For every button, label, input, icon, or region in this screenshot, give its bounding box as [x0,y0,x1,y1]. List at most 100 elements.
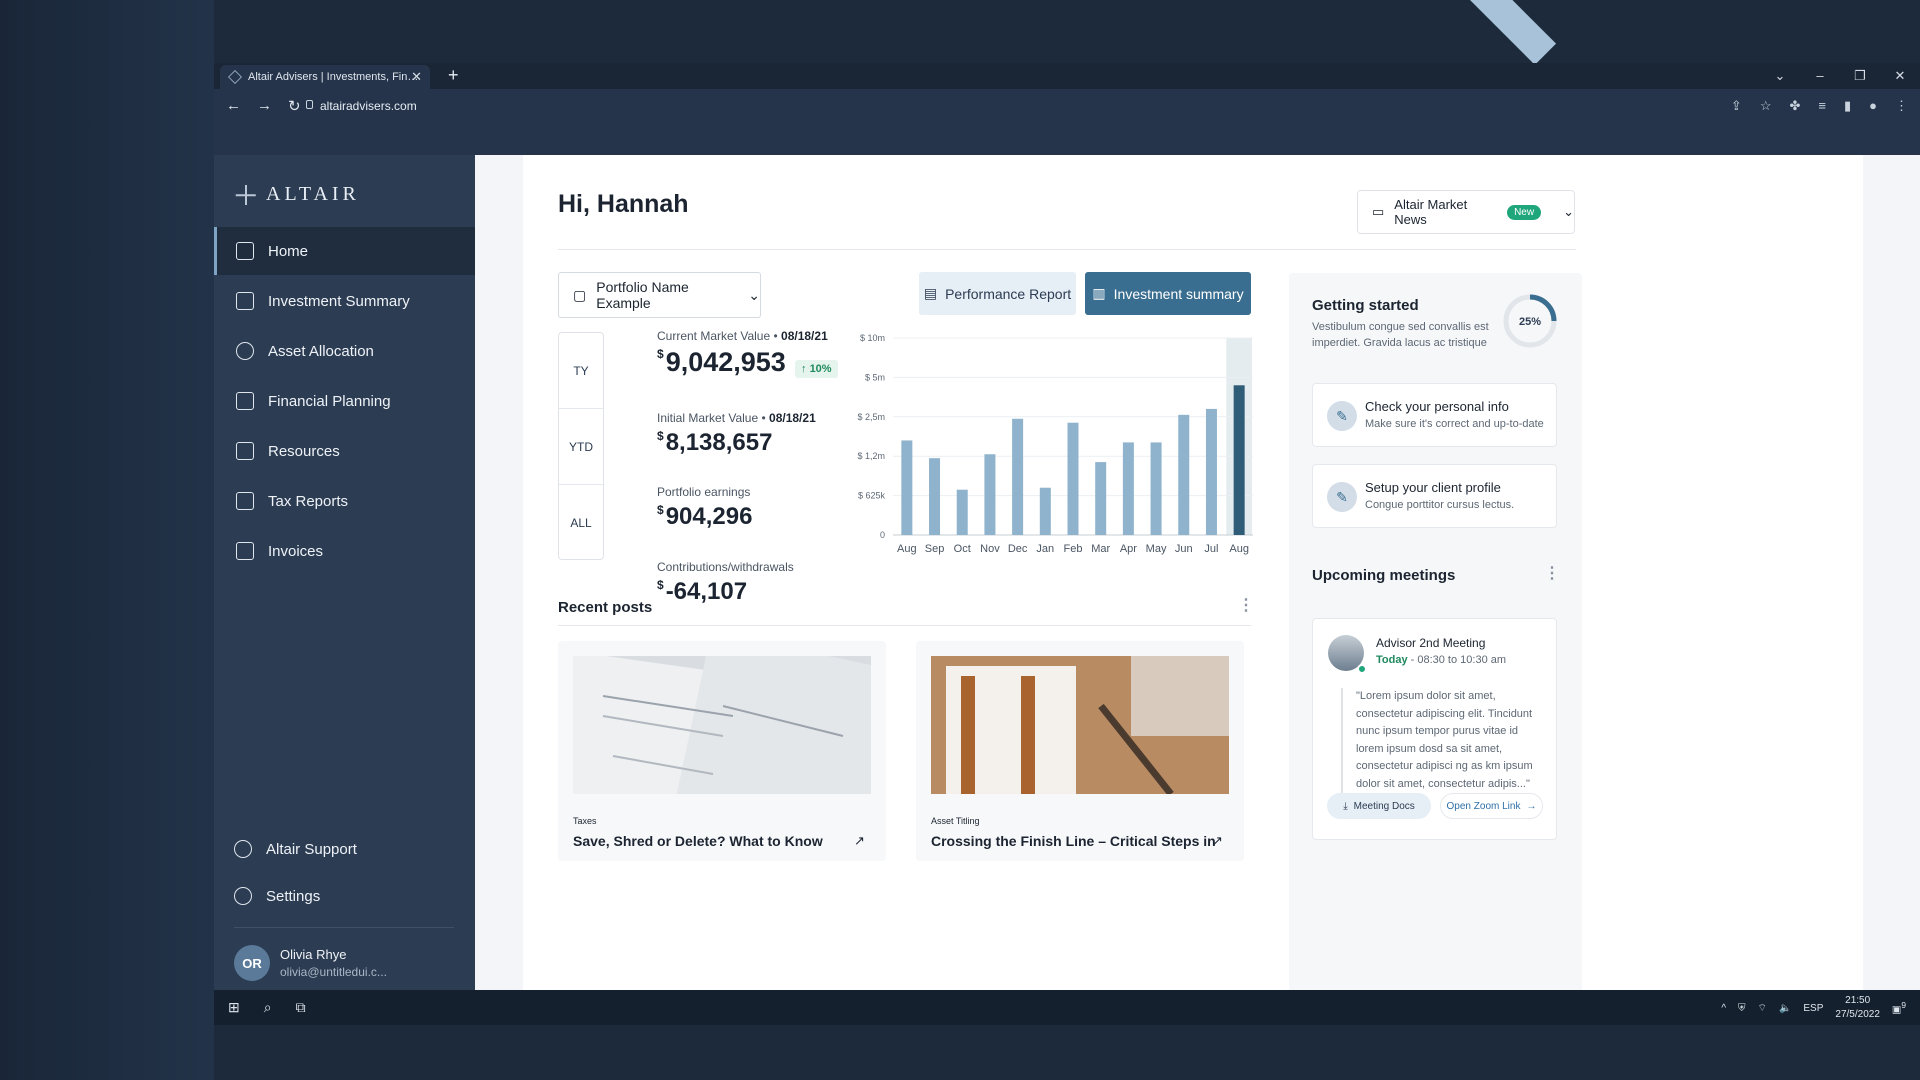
bar [1012,418,1024,535]
bookmark-star-icon[interactable]: ☆ [1760,98,1772,114]
period-ty[interactable]: TY [559,333,603,409]
briefcase-icon: ▢ [573,286,587,303]
bar-chart-icon [236,292,254,310]
language-indicator[interactable]: ESP [1803,1003,1823,1014]
bar [1067,422,1079,535]
sidebar-item-investment-summary[interactable]: Investment Summary [214,277,475,325]
sidebar-item-settings[interactable]: Settings [214,872,475,920]
back-icon[interactable]: ← [226,97,241,115]
sidebar-item-support[interactable]: Altair Support [214,825,475,873]
divider [558,625,1251,626]
browser-menu-icon[interactable]: ⋮ [1895,98,1908,114]
contrib-value: $-64,107 [657,578,748,605]
posts-menu-icon[interactable]: ⋮ [1238,595,1254,615]
brand-logo[interactable]: ALTAIR [238,183,360,206]
tab-search-icon[interactable]: ⌄ [1760,63,1800,89]
period-all[interactable]: ALL [559,485,603,561]
clock[interactable]: 21:50 27/5/2022 [1835,994,1880,1022]
post-title[interactable]: Save, Shred or Delete? What to Know [573,833,823,849]
window-close-icon[interactable]: ✕ [1880,63,1920,89]
zoom-link-button[interactable]: Open Zoom Link → [1440,793,1543,819]
task-client-profile[interactable]: ✎ Setup your client profile Congue portt… [1312,464,1557,528]
task-title: Check your personal info [1365,399,1509,414]
x-tick-label: Jun [1175,543,1193,555]
progress-ring: 25% [1503,294,1557,348]
task-title: Setup your client profile [1365,480,1501,495]
windows-start-icon[interactable]: ⊞ [228,999,240,1016]
reload-icon[interactable]: ↻ [288,97,301,115]
search-icon[interactable]: ⌕ [264,999,272,1016]
clock-time: 21:50 [1845,995,1871,1006]
profile-icon[interactable]: ● [1869,98,1877,114]
y-tick-label: $ 625k [858,491,886,501]
recent-posts-title: Recent posts [558,599,653,616]
url-field[interactable]: altairadvisers.com [320,99,417,113]
tray-chevron-icon[interactable]: ^ [1721,1003,1726,1014]
star-logo-icon [238,184,254,205]
tab-title: Altair Advisers | Investments, Fin… [248,71,419,83]
wifi-icon[interactable]: ⌔ [1758,1002,1767,1015]
sidebar-item-asset-allocation[interactable]: Asset Allocation [214,327,475,375]
page-top-strip [214,125,1920,155]
task-personal-info[interactable]: ✎ Check your personal info Make sure it'… [1312,383,1557,447]
volume-icon[interactable]: 🔈 [1779,1003,1791,1014]
notifications-icon[interactable]: ▣9 [1892,1000,1906,1015]
change-badge: ↑ 10% [795,360,838,378]
app: ALTAIR Home Investment Summary Asset All… [214,155,1920,992]
share-icon[interactable]: ⇪ [1731,98,1742,114]
sidebar-item-resources[interactable]: Resources [214,427,475,475]
performance-report-button[interactable]: ▤ Performance Report [919,272,1076,315]
task-view-icon[interactable]: ⧉ [296,999,306,1016]
y-tick-label: $ 10m [860,333,885,343]
new-tab-icon[interactable]: + [448,65,459,86]
minimize-icon[interactable]: – [1800,63,1840,89]
lifebuoy-icon [234,840,252,858]
security-icon[interactable]: ⛨ [1738,1003,1746,1014]
meeting-docs-button[interactable]: ⤓ Meeting Docs [1327,793,1431,819]
x-tick-label: Sep [925,543,945,555]
market-news-dropdown[interactable]: ▭ Altair Market News New ⌄ [1357,190,1575,234]
x-tick-label: Aug [1229,543,1249,555]
post-title[interactable]: Crossing the Finish Line – Critical Step… [931,833,1216,849]
browser-titlebar: Altair Advisers | Investments, Fin… ✕ + … [214,63,1920,89]
side-panel-icon[interactable]: ▮ [1844,98,1851,114]
sidebar-item-invoices[interactable]: Invoices [214,527,475,575]
initial-value: $8,138,657 [657,429,773,456]
bar [1178,414,1190,535]
forward-icon[interactable]: → [257,97,272,115]
extensions-icon[interactable]: ✤ [1789,98,1800,114]
user-email: olivia@untitledui.c... [280,965,387,979]
investment-summary-button[interactable]: ▥ Investment summary [1085,272,1251,315]
bar [1205,408,1217,535]
lock-icon[interactable] [306,100,313,109]
meetings-menu-icon[interactable]: ⋮ [1544,563,1560,583]
button-label: Meeting Docs [1353,800,1415,812]
browser-tab[interactable]: Altair Advisers | Investments, Fin… ✕ [220,65,430,89]
bar [956,489,968,535]
portfolio-selector[interactable]: ▢ Portfolio Name Example ⌄ [558,272,761,318]
x-tick-label: Oct [954,543,971,555]
period-selector: TY YTD ALL [558,332,604,560]
x-tick-label: Apr [1120,543,1137,555]
sidebar-item-home[interactable]: Home [214,227,475,275]
period-ytd[interactable]: YTD [559,409,603,485]
post-category: Asset Titling [931,816,980,826]
online-status-icon [1357,664,1367,674]
sidebar-item-financial-planning[interactable]: Financial Planning [214,377,475,425]
reading-list-icon[interactable]: ≡ [1818,98,1826,114]
tab-close-icon[interactable]: ✕ [411,69,422,85]
pencil-icon: ✎ [1327,401,1357,431]
sidebar-item-tax-reports[interactable]: Tax Reports [214,477,475,525]
user-name: Olivia Rhye [280,947,347,962]
post-card[interactable]: Taxes Save, Shred or Delete? What to Kno… [558,641,886,861]
user-card[interactable]: OR Olivia Rhye olivia@untitledui.c... [234,945,387,981]
pencil-icon: ✎ [1327,482,1357,512]
x-tick-label: Jul [1204,543,1218,555]
clock-date: 27/5/2022 [1835,1009,1880,1020]
presentation-icon: ▭ [1372,204,1385,219]
post-card[interactable]: Asset Titling Crossing the Finish Line –… [916,641,1244,861]
document-icon: ▤ [923,285,938,301]
sidebar-item-label: Settings [266,887,321,905]
restore-icon[interactable]: ❐ [1840,63,1880,89]
download-icon: ⤓ [1343,800,1348,812]
